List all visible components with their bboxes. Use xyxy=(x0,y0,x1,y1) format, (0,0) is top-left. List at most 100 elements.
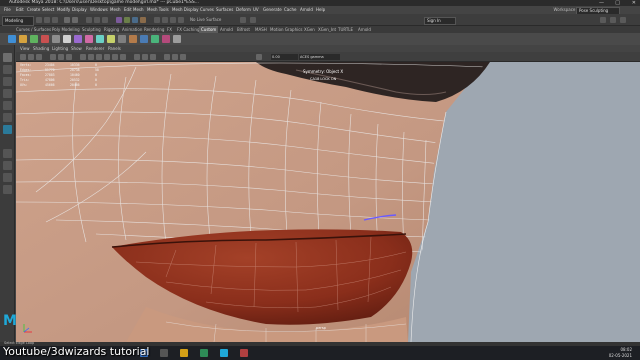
menu-create[interactable]: Create xyxy=(27,6,40,14)
save-scene-icon[interactable] xyxy=(52,17,58,23)
persp-graph-icon[interactable] xyxy=(3,185,12,194)
exposure-icon[interactable] xyxy=(256,54,262,60)
tab-rigging[interactable]: Rigging xyxy=(102,26,121,33)
panel-menu-renderer[interactable]: Renderer xyxy=(86,45,104,52)
tab-turtle[interactable]: TURTLE xyxy=(336,26,355,33)
live-surface-label[interactable]: No Live Surface xyxy=(190,17,221,23)
new-scene-icon[interactable] xyxy=(36,17,42,23)
quad-draw-icon[interactable] xyxy=(173,35,181,43)
wireframe-icon[interactable] xyxy=(80,54,86,60)
move-tool-icon[interactable] xyxy=(3,89,12,98)
shadows-icon[interactable] xyxy=(120,54,126,60)
tab-animation[interactable]: Animation xyxy=(120,26,144,33)
redo-icon[interactable] xyxy=(72,17,78,23)
sphere-icon[interactable] xyxy=(8,35,16,43)
menu-set-dropdown[interactable]: Modeling xyxy=(2,16,34,26)
tab-rendering[interactable]: Rendering xyxy=(142,26,166,33)
ambient-occlusion-icon[interactable] xyxy=(134,54,140,60)
cone-icon[interactable] xyxy=(41,35,49,43)
render-settings-icon[interactable] xyxy=(178,17,184,23)
anti-aliasing-icon[interactable] xyxy=(150,54,156,60)
bookmark-icon[interactable] xyxy=(28,54,34,60)
menu-windows[interactable]: Windows xyxy=(90,6,108,14)
persp-outliner-icon[interactable] xyxy=(3,173,12,182)
xray-joints-icon[interactable] xyxy=(180,54,186,60)
snap-point-icon[interactable] xyxy=(132,17,138,23)
tab-fx[interactable]: FX xyxy=(165,26,174,33)
wireframe-on-shaded-icon[interactable] xyxy=(96,54,102,60)
menu-help[interactable]: Help xyxy=(316,6,325,14)
tab-curves-surfaces[interactable]: Curves / Surfaces xyxy=(14,26,53,33)
merge-icon[interactable] xyxy=(118,35,126,43)
menu-arnold[interactable]: Arnold xyxy=(300,6,313,14)
panel-menu-view[interactable]: View xyxy=(20,45,30,52)
camera-attributes-icon[interactable] xyxy=(20,54,26,60)
tab-arnold-2[interactable]: Arnold xyxy=(356,26,373,33)
viewport[interactable]: Verts: 23404 10336 0 Edges: 51770 20738 … xyxy=(16,62,640,342)
select-hierarchy-icon[interactable] xyxy=(86,17,92,23)
lights-icon[interactable] xyxy=(112,54,118,60)
menu-mesh-display[interactable]: Mesh Display xyxy=(172,6,199,14)
color-space-dropdown[interactable]: ACES gamma xyxy=(299,54,340,60)
four-view-icon[interactable] xyxy=(3,161,12,170)
open-scene-icon[interactable] xyxy=(44,17,50,23)
tab-poly-modeling[interactable]: Poly Modeling xyxy=(50,26,82,33)
menu-uv[interactable]: UV xyxy=(253,6,259,14)
grid-icon[interactable] xyxy=(50,54,56,60)
menu-display[interactable]: Display xyxy=(72,6,87,14)
smooth-icon[interactable] xyxy=(151,35,159,43)
lasso-tool-icon[interactable] xyxy=(3,65,12,74)
multicut-icon[interactable] xyxy=(96,35,104,43)
menu-select[interactable]: Select xyxy=(42,6,54,14)
plane-icon[interactable] xyxy=(52,35,60,43)
recorder-icon[interactable] xyxy=(240,349,248,357)
isolate-select-icon[interactable] xyxy=(164,54,170,60)
xray-icon[interactable] xyxy=(172,54,178,60)
image-plane-icon[interactable] xyxy=(36,54,42,60)
gamma-field[interactable]: 0.00 xyxy=(271,54,298,60)
select-object-icon[interactable] xyxy=(94,17,100,23)
tab-xgen[interactable]: XGen xyxy=(302,26,317,33)
snap-view-icon[interactable] xyxy=(140,17,146,23)
sign-in-dropdown[interactable]: Sign In xyxy=(424,17,456,25)
menu-curves[interactable]: Curves xyxy=(200,6,214,14)
undo-icon[interactable] xyxy=(64,17,70,23)
taskbar-clock[interactable]: 08:02 02-05-2021 xyxy=(609,347,632,358)
last-tool-icon[interactable] xyxy=(3,125,12,134)
mirror-icon[interactable] xyxy=(162,35,170,43)
single-view-icon[interactable] xyxy=(3,149,12,158)
menu-generate[interactable]: Generate xyxy=(263,6,282,14)
resolution-gate-icon[interactable] xyxy=(66,54,72,60)
maya-taskbar-icon[interactable] xyxy=(220,349,228,357)
browser-icon[interactable] xyxy=(200,349,208,357)
attribute-editor-icon[interactable] xyxy=(610,17,616,23)
tab-motion-graphics[interactable]: Motion Graphics xyxy=(268,26,305,33)
history-icon[interactable] xyxy=(154,17,160,23)
film-gate-icon[interactable] xyxy=(58,54,64,60)
rotate-tool-icon[interactable] xyxy=(3,101,12,110)
menu-mesh-tools[interactable]: Mesh Tools xyxy=(147,6,169,14)
ipr-render-icon[interactable] xyxy=(170,17,176,23)
menu-modify[interactable]: Modify xyxy=(57,6,70,14)
snap-curve-icon[interactable] xyxy=(124,17,130,23)
motion-blur-icon[interactable] xyxy=(142,54,148,60)
tab-fx-caching[interactable]: FX Caching xyxy=(175,26,201,33)
select-tool-icon[interactable] xyxy=(3,53,12,62)
search-icon[interactable] xyxy=(160,349,168,357)
cylinder-icon[interactable] xyxy=(30,35,38,43)
textured-icon[interactable] xyxy=(104,54,110,60)
extrude-icon[interactable] xyxy=(63,35,71,43)
combine-icon[interactable] xyxy=(129,35,137,43)
menu-mesh[interactable]: Mesh xyxy=(110,6,121,14)
xyz-icon[interactable] xyxy=(250,17,256,23)
menu-edit[interactable]: Edit xyxy=(16,6,24,14)
tab-arnold[interactable]: Arnold xyxy=(218,26,235,33)
modeling-toolkit-icon[interactable] xyxy=(600,17,606,23)
panel-menu-panels[interactable]: Panels xyxy=(108,45,121,52)
menu-surfaces[interactable]: Surfaces xyxy=(216,6,233,14)
target-weld-icon[interactable] xyxy=(107,35,115,43)
panel-menu-shading[interactable]: Shading xyxy=(33,45,49,52)
bridge-icon[interactable] xyxy=(85,35,93,43)
tab-bifrost[interactable]: Bifrost xyxy=(235,26,252,33)
tab-mash[interactable]: MASH xyxy=(253,26,269,33)
